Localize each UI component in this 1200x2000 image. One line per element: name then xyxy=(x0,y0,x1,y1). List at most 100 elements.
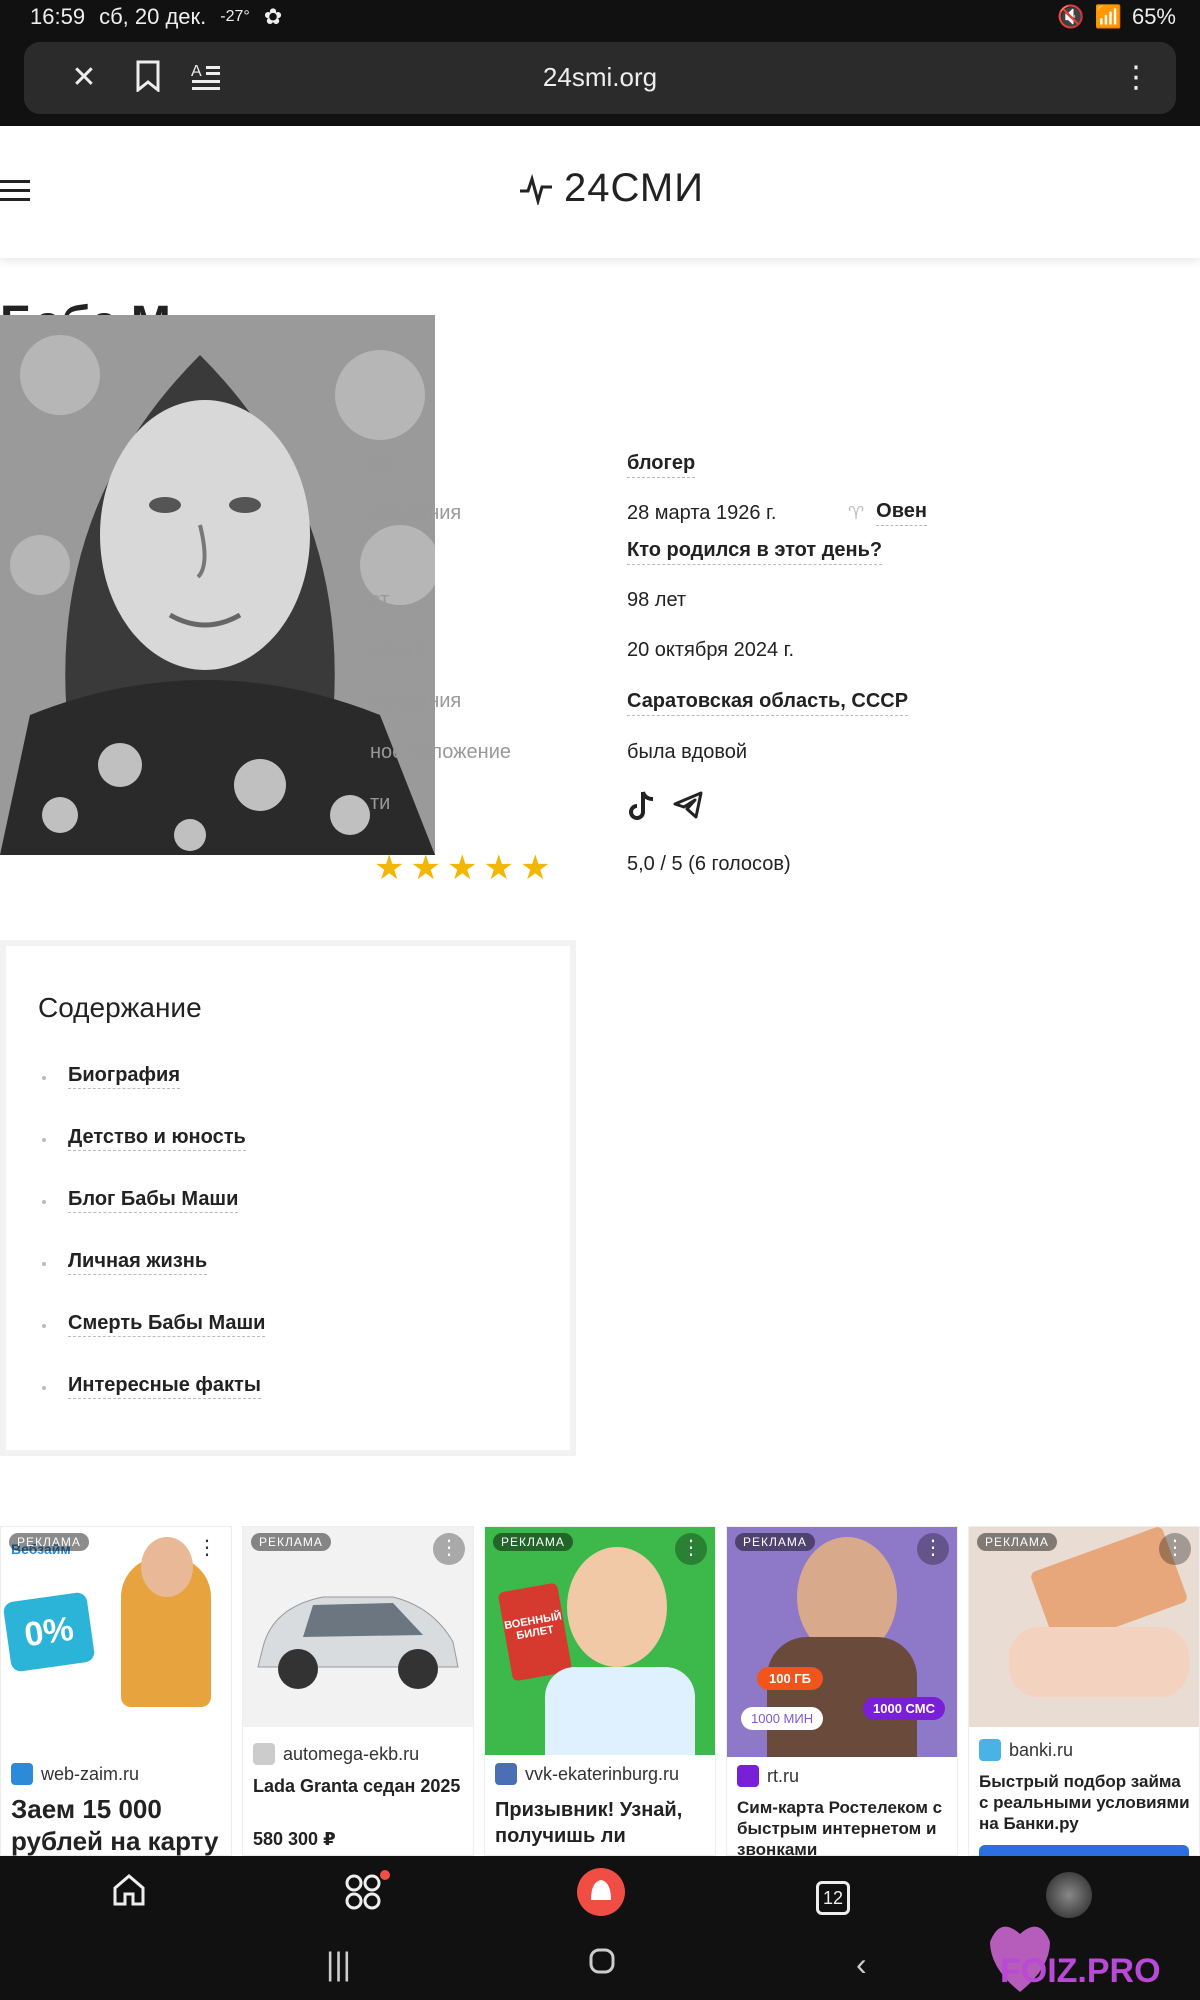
star-icon[interactable]: ★ xyxy=(374,848,404,888)
star-icon[interactable]: ★ xyxy=(447,848,477,888)
ad-title[interactable]: Призывник! Узнай, получишь ли xyxy=(495,1797,707,1849)
toc-item-label[interactable]: Интересные факты xyxy=(68,1374,261,1399)
more-vertical-icon[interactable]: ⋮ xyxy=(1159,1533,1191,1565)
ad-domain-text: web-zaim.ru xyxy=(41,1763,140,1784)
toc-item[interactable]: Смерть Бабы Маши xyxy=(38,1312,266,1374)
more-vertical-icon[interactable]: ⋮ xyxy=(1118,60,1154,96)
tiktok-icon[interactable] xyxy=(627,790,657,828)
toc-item[interactable]: Биография xyxy=(38,1064,265,1126)
profile-label-family: ное положение xyxy=(370,741,511,763)
ad-card[interactable]: 100 ГБ 1000 МИН 1000 СМС РЕКЛАМА ⋮ rt.ru… xyxy=(726,1526,958,1856)
profile-label-birthdate: рождения xyxy=(370,502,462,524)
profile-birthplace-link[interactable]: Саратовская область, СССР xyxy=(627,690,909,716)
menu-burger-icon[interactable] xyxy=(0,180,30,204)
ad-person-head xyxy=(141,1537,193,1597)
ad-cta-button[interactable] xyxy=(979,1845,1189,1856)
ad-title[interactable]: Lada Granta седан 2025 xyxy=(253,1775,465,1797)
ad-label: РЕКЛАМА xyxy=(977,1533,1057,1551)
more-vertical-icon[interactable]: ⋮ xyxy=(191,1533,223,1565)
profile-label-birthplace: рождения xyxy=(370,690,462,712)
ad-label: РЕКЛАМА xyxy=(251,1533,331,1551)
table-of-contents: Содержание Биография Детство и юность Бл… xyxy=(0,940,576,1456)
ad-pill: 100 ГБ xyxy=(757,1667,824,1690)
site-logo[interactable]: 24СМИ xyxy=(520,166,704,211)
zodiac-block: ♈ Овен xyxy=(848,500,927,526)
ad-domain: web-zaim.ru xyxy=(11,1763,139,1785)
browser-toolbar: ✕ A 24smi.org ⋮ xyxy=(0,34,1200,126)
ad-card[interactable]: РЕКЛАМА ⋮ banki.ru Быстрый подбор займа … xyxy=(968,1526,1200,1856)
ad-label: РЕКЛАМА xyxy=(9,1533,89,1551)
ad-domain-text: vvk-ekaterinburg.ru xyxy=(525,1763,680,1784)
ad-card[interactable]: РЕКЛАМА ⋮ automega-ekb.ru Lada Granta се… xyxy=(242,1526,474,1856)
ad-title[interactable]: Заем 15 000 рублей на карту xyxy=(11,1793,223,1856)
site-logo-text: 24СМИ xyxy=(564,166,704,210)
profile-photo xyxy=(0,315,435,855)
toc-item[interactable]: Блог Бабы Маши xyxy=(38,1188,265,1250)
mute-icon: 🔇 xyxy=(1057,4,1085,29)
ad-domain: banki.ru xyxy=(979,1739,1073,1761)
zodiac-link[interactable]: Овен xyxy=(876,500,927,526)
ad-domain-text: rt.ru xyxy=(767,1765,800,1786)
more-vertical-icon[interactable]: ⋮ xyxy=(675,1533,707,1565)
ad-domain-text: automega-ekb.ru xyxy=(283,1743,420,1764)
ad-card[interactable]: Вебзайм 0% РЕКЛАМА ⋮ web-zaim.ru Заем 15… xyxy=(0,1526,232,1856)
ad-pill: 1000 МИН xyxy=(741,1707,824,1730)
domain-favicon-icon xyxy=(495,1763,517,1785)
ad-domain: rt.ru xyxy=(737,1765,799,1787)
more-vertical-icon[interactable]: ⋮ xyxy=(917,1533,949,1565)
rating-stars[interactable]: ★ ★ ★ ★ ★ xyxy=(374,848,550,888)
ad-price: 580 300 ₽ xyxy=(253,1829,336,1849)
star-icon[interactable]: ★ xyxy=(520,848,550,888)
star-icon[interactable]: ★ xyxy=(483,848,513,888)
recent-apps-icon[interactable]: ||| xyxy=(326,1946,351,1983)
toc-item-label[interactable]: Детство и юность xyxy=(68,1126,246,1151)
ad-title[interactable]: Быстрый подбор займа с реальными условия… xyxy=(979,1771,1191,1834)
profile-deathdate: 20 октября 2024 г. xyxy=(627,639,795,661)
ad-title[interactable]: Сим-карта Ростелеком с быстрым интернето… xyxy=(737,1797,949,1856)
domain-favicon-icon xyxy=(11,1763,33,1785)
wifi-icon: 📶 xyxy=(1094,4,1122,29)
url-text[interactable]: 24smi.org xyxy=(24,62,1176,93)
zodiac-icon: ♈ xyxy=(848,502,865,523)
domain-favicon-icon xyxy=(253,1743,275,1765)
status-temp: -27° xyxy=(220,8,250,25)
social-links xyxy=(627,790,703,828)
star-icon[interactable]: ★ xyxy=(410,848,440,888)
pulse-icon xyxy=(520,173,552,205)
toc-title: Содержание xyxy=(38,992,202,1023)
rating-text: 5,0 / 5 (6 голосов) xyxy=(627,853,791,875)
status-bar: 16:59 сб, 20 дек. -27° ✿ 🔇 📶 65% xyxy=(0,0,1200,34)
profile-label-age: ст xyxy=(370,589,390,611)
toc-item[interactable]: Интересные факты xyxy=(38,1374,265,1436)
profile-birthdate: 28 марта 1926 г. xyxy=(627,502,777,524)
toc-item-label[interactable]: Биография xyxy=(68,1064,181,1089)
battery-level: 65% xyxy=(1131,4,1176,29)
toc-item-label[interactable]: Блог Бабы Маши xyxy=(68,1188,239,1213)
ad-domain: vvk-ekaterinburg.ru xyxy=(495,1763,679,1785)
alice-assistant-icon[interactable] xyxy=(577,1868,625,1916)
domain-favicon-icon xyxy=(979,1739,1001,1761)
status-time: 16:59 xyxy=(30,4,86,29)
toc-item[interactable]: Детство и юность xyxy=(38,1126,265,1188)
more-vertical-icon[interactable]: ⋮ xyxy=(433,1533,465,1565)
home-circle-icon[interactable] xyxy=(588,1946,616,1983)
toc-item-label[interactable]: Смерть Бабы Маши xyxy=(68,1312,266,1337)
ad-label: РЕКЛАМА xyxy=(493,1533,573,1551)
profile-label-deathdate: мерти xyxy=(370,639,426,661)
back-icon[interactable]: ‹ xyxy=(856,1946,867,1983)
ad-domain: automega-ekb.ru xyxy=(253,1743,419,1765)
url-bar[interactable]: ✕ A 24smi.org ⋮ xyxy=(24,42,1176,114)
aperture-icon: ✿ xyxy=(263,4,283,29)
tabs-button[interactable]: 12 xyxy=(810,1872,856,1918)
domain-favicon-icon xyxy=(737,1765,759,1787)
telegram-icon[interactable] xyxy=(673,790,703,828)
ad-badge: ВОЕННЫЙ БИЛЕТ xyxy=(497,1582,573,1682)
services-grid-icon[interactable] xyxy=(340,1868,392,1918)
born-this-day-link[interactable]: Кто родился в этот день? xyxy=(627,539,883,565)
ad-card[interactable]: ВОЕННЫЙ БИЛЕТ РЕКЛАМА ⋮ vvk-ekaterinburg… xyxy=(484,1526,716,1856)
home-icon[interactable] xyxy=(106,1872,152,1918)
toc-item[interactable]: Личная жизнь xyxy=(38,1250,265,1312)
ad-person-illustration xyxy=(545,1667,695,1755)
profile-profession-link[interactable]: блогер xyxy=(627,452,696,478)
toc-item-label[interactable]: Личная жизнь xyxy=(68,1250,208,1275)
